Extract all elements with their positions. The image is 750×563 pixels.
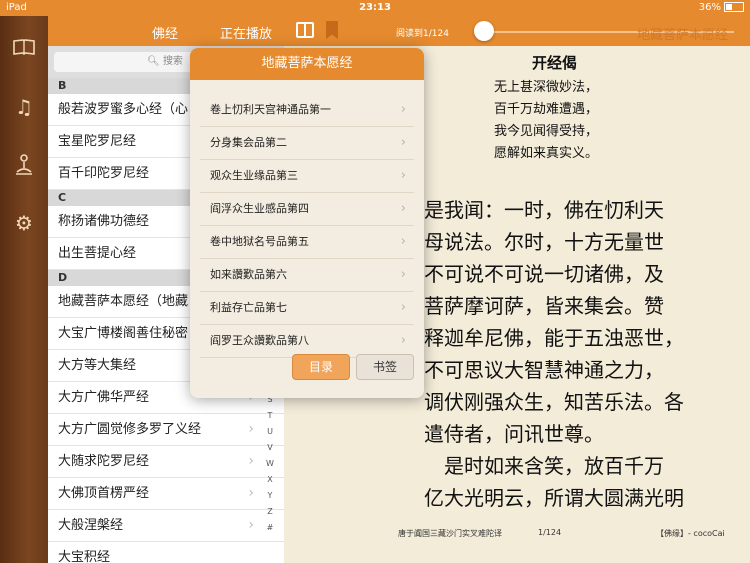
translator-credit: 唐于阗国三藏沙门实叉难陀译 (398, 529, 502, 538)
body-line: 不可说不可说一切诸佛，及 (424, 262, 664, 286)
chapter-item[interactable]: 分身集会品第二 › (200, 127, 414, 160)
chevron-right-icon: › (248, 453, 254, 469)
index-letter[interactable]: V (262, 440, 278, 456)
settings-gear-icon[interactable]: ⚙ (12, 212, 36, 234)
book-title-watermark: 地藏菩萨本愿经 (636, 28, 728, 43)
verse-line: 愿解如来真实义。 (494, 146, 599, 161)
chevron-right-icon: › (400, 300, 406, 315)
progress-slider-knob[interactable] (474, 21, 494, 41)
index-letter[interactable]: U (262, 424, 278, 440)
index-letter[interactable]: X (262, 472, 278, 488)
chapter-item[interactable]: 观众生业缘品第三 › (200, 160, 414, 193)
index-letter[interactable]: # (262, 520, 278, 536)
index-letter[interactable]: W (262, 456, 278, 472)
chapter-item[interactable]: 卷中地狱名号品第五 › (200, 226, 414, 259)
chevron-right-icon: › (248, 485, 254, 501)
chapter-item[interactable]: 卷上忉利天宫神通品第一 › (200, 94, 414, 127)
body-line: 不可思议大智慧神通之力， (424, 358, 664, 382)
chapter-item[interactable]: 如来讚歎品第六 › (200, 259, 414, 292)
chevron-right-icon: › (400, 267, 406, 282)
body-line: 是时如来含笑，放百千万 (424, 454, 664, 478)
chevron-right-icon: › (400, 102, 406, 117)
verse-line: 无上甚深微妙法， (494, 80, 599, 95)
meditation-icon[interactable] (12, 154, 36, 176)
body-line: 菩萨摩诃萨，皆来集会。赞 (424, 294, 664, 318)
sutra-body: 是我闻：一时，佛在忉利天 母说法。尔时，十方无量世 不可说不可说一切诸佛，及 菩… (424, 194, 744, 514)
list-item[interactable]: 大随求陀罗尼经 › (48, 446, 284, 478)
chapter-item[interactable]: 阎浮众生业感品第四 › (200, 193, 414, 226)
popover-title: 地藏菩萨本愿经 (190, 48, 424, 80)
search-icon: 🔍︎ (147, 56, 160, 67)
list-item[interactable]: 大佛顶首楞严经 › (48, 478, 284, 510)
body-line: 亿大光明云，所谓大圆满光明 (424, 486, 684, 510)
body-line: 遣侍者，问讯世尊。 (424, 422, 604, 446)
status-bar: iPad 23:13 36% (0, 0, 750, 16)
chevron-right-icon: › (248, 517, 254, 533)
search-placeholder: 搜索 (162, 56, 183, 67)
top-nav-bar: 佛经 正在播放 阅读到1/124 地藏菩萨本愿经 (0, 16, 750, 46)
reading-progress-label: 阅读到1/124 (396, 29, 449, 39)
index-letter[interactable]: Z (262, 504, 278, 520)
side-icon-bar: ♫ ⚙ (0, 16, 48, 563)
body-line: 母说法。尔时，十方无量世 (424, 230, 664, 254)
bookmark-icon[interactable] (326, 21, 338, 39)
chapter-popover: 地藏菩萨本愿经 卷上忉利天宫神通品第一 › 分身集会品第二 › 观众生业缘品第三 › … (190, 48, 424, 398)
toc-button[interactable]: 目录 (292, 354, 350, 380)
chapter-list: 卷上忉利天宫神通品第一 › 分身集会品第二 › 观众生业缘品第三 › 阎浮众生业感品第… (190, 94, 424, 358)
body-line: 调伏刚强众生，知苦乐法。各 (424, 390, 684, 414)
alphabet-index[interactable]: S T U V W X Y Z # (262, 392, 278, 536)
book-icon[interactable] (12, 38, 36, 60)
clock: 23:13 (359, 2, 391, 13)
index-letter[interactable]: T (262, 408, 278, 424)
battery-percent: 36% (698, 2, 721, 13)
page-number: 1/124 (538, 528, 562, 537)
chevron-right-icon: › (248, 421, 254, 437)
battery-icon (724, 2, 744, 12)
list-item[interactable]: 大般涅槃经 › (48, 510, 284, 542)
tab-sutras[interactable]: 佛经 (152, 23, 178, 42)
body-line: 是我闻：一时，佛在忉利天 (424, 198, 664, 222)
battery-indicator: 36% (699, 2, 744, 13)
chevron-right-icon: › (400, 234, 406, 249)
body-line: 释迦牟尼佛，能于五浊恶世， (424, 326, 684, 350)
verse-title: 开经偈 (532, 54, 578, 72)
chevron-right-icon: › (400, 135, 406, 150)
chevron-right-icon: › (400, 201, 406, 216)
list-item[interactable]: 大方广圆觉修多罗了义经 › (48, 414, 284, 446)
open-book-icon[interactable] (296, 22, 314, 38)
app-credit: 【佛缘】- cocoCai (656, 529, 725, 538)
tab-now-playing[interactable]: 正在播放 (220, 23, 272, 42)
chevron-right-icon: › (400, 333, 406, 348)
list-item[interactable]: 大宝积经 (48, 542, 284, 563)
verse-line: 百千万劫难遭遇， (494, 102, 599, 117)
verse-line: 我今见闻得受持， (494, 124, 599, 139)
chapter-item[interactable]: 利益存亡品第七 › (200, 292, 414, 325)
index-letter[interactable]: Y (262, 488, 278, 504)
bookmark-button[interactable]: 书签 (356, 354, 414, 380)
music-note-icon[interactable]: ♫ (12, 96, 36, 118)
chevron-right-icon: › (400, 168, 406, 183)
